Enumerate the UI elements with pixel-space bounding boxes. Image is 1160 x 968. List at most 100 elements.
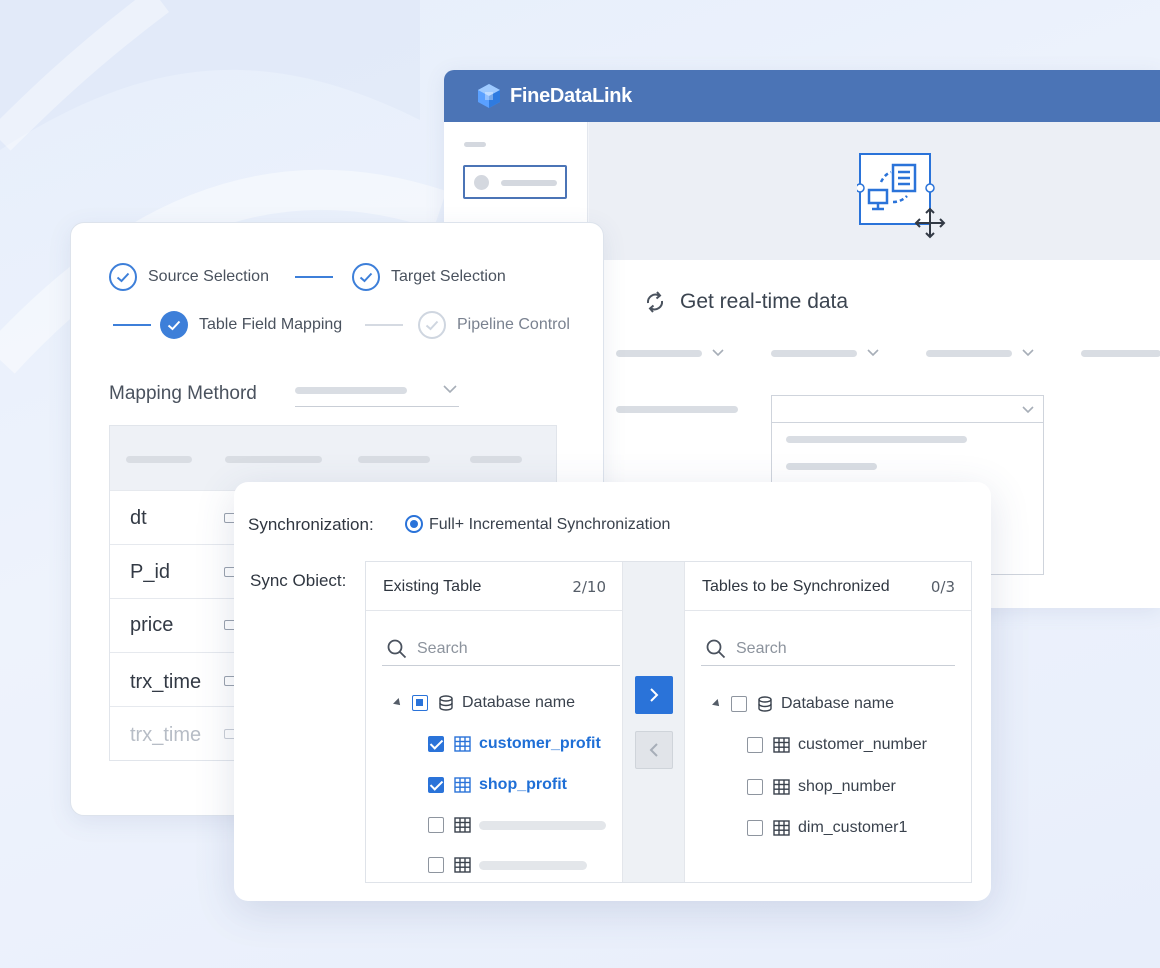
mapping-method-select[interactable]: [295, 379, 459, 407]
chevron-down-icon[interactable]: [712, 349, 724, 357]
step-check-icon: [352, 263, 380, 291]
step-table-field-mapping[interactable]: Table Field Mapping: [160, 311, 342, 339]
field-name: price: [130, 614, 174, 636]
chevron-left-icon: [649, 743, 658, 757]
tree-node-table[interactable]: customer_profit: [428, 733, 601, 755]
table-icon: [454, 817, 471, 833]
step-check-icon: [109, 263, 137, 291]
select-value-placeholder: [295, 387, 407, 394]
caret-expanded-icon[interactable]: [393, 698, 403, 708]
filter-placeholder-1: [616, 350, 702, 357]
sidebar-placeholder-line: [464, 142, 486, 147]
tables-to-sync-pane: Tables to be Synchronized 0/3 Search Dat…: [685, 562, 971, 882]
field-name: trx_time: [130, 724, 202, 746]
app-brand-name: FineDataLink: [510, 84, 632, 107]
dropdown-header[interactable]: [772, 396, 1043, 423]
pane-title: Existing Table: [383, 578, 482, 595]
header-placeholder: [358, 456, 430, 463]
step-pipeline-control[interactable]: Pipeline Control: [418, 311, 570, 339]
tree-node-table[interactable]: customer_number: [747, 734, 927, 756]
move-right-button[interactable]: [635, 676, 673, 714]
step-connector: [295, 276, 333, 278]
table-icon: [454, 736, 471, 752]
pane-count: 2/10: [572, 578, 606, 596]
table-icon: [773, 737, 790, 753]
checkbox-unchecked[interactable]: [731, 696, 747, 712]
existing-search-input[interactable]: Search: [382, 632, 620, 666]
chevron-down-icon[interactable]: [867, 349, 879, 357]
table-name: customer_profit: [479, 735, 601, 752]
tree-node-database[interactable]: Database name: [712, 693, 894, 715]
sync-object-panel: Synchronization: Full+ Incremental Synch…: [234, 482, 991, 901]
table-name-placeholder: [479, 820, 606, 830]
transfer-buttons: [622, 562, 685, 882]
table-name: dim_customer1: [798, 819, 908, 836]
sync-object-label: Sync Obiect:: [250, 571, 347, 590]
step-source-selection[interactable]: Source Selection: [109, 263, 269, 291]
checkbox-partial[interactable]: [412, 695, 428, 711]
checkbox-checked[interactable]: [428, 736, 444, 752]
field-name: P_id: [130, 561, 171, 583]
step-label: Pipeline Control: [457, 316, 570, 333]
tree-node-table[interactable]: [428, 814, 606, 836]
table-name: customer_number: [798, 736, 927, 753]
dropdown-option-placeholder[interactable]: [786, 463, 877, 470]
filter-placeholder-4: [1081, 350, 1160, 357]
step-pending-check-icon: [418, 311, 446, 339]
step-current-check-icon: [160, 311, 188, 339]
realtime-title-text: Get real-time data: [680, 290, 849, 313]
sync-search-input[interactable]: Search: [701, 632, 955, 666]
flow-canvas: [589, 122, 1160, 260]
mapping-method-label: Mapping Methord: [109, 383, 257, 404]
sync-option-label[interactable]: Full+ Incremental Synchronization: [429, 516, 670, 534]
checkbox-unchecked[interactable]: [747, 820, 763, 836]
chevron-down-icon[interactable]: [1022, 349, 1034, 357]
move-left-button[interactable]: [635, 731, 673, 769]
dropdown-option-placeholder[interactable]: [786, 436, 967, 443]
tree-node-table[interactable]: shop_number: [747, 776, 896, 798]
table-transfer: Existing Table 2/10 Search Database name…: [365, 561, 972, 883]
pane-header: Existing Table 2/10: [366, 562, 622, 611]
database-icon: [757, 696, 773, 712]
full-incremental-radio[interactable]: [405, 515, 423, 533]
chevron-right-icon: [650, 688, 659, 702]
pane-title: Tables to be Synchronized: [702, 578, 890, 595]
step-connector: [365, 324, 403, 326]
checkbox-checked[interactable]: [428, 777, 444, 793]
checkbox-unchecked[interactable]: [747, 737, 763, 753]
sidebar-item-dot: [474, 175, 489, 190]
tree-node-table[interactable]: shop_profit: [428, 774, 567, 796]
step-label: Source Selection: [148, 268, 269, 285]
header-placeholder: [126, 456, 192, 463]
tree-node-table[interactable]: [428, 854, 587, 876]
step-target-selection[interactable]: Target Selection: [352, 263, 506, 291]
sidebar-selected-item[interactable]: [463, 165, 567, 199]
table-icon: [773, 820, 790, 836]
chevron-down-icon[interactable]: [1022, 406, 1034, 414]
realtime-data-title: Get real-time data: [644, 290, 848, 314]
tree-node-table[interactable]: dim_customer1: [747, 817, 907, 839]
existing-table-pane: Existing Table 2/10 Search Database name…: [366, 562, 622, 882]
finedatalink-logo-icon: [478, 84, 500, 108]
filter-placeholder-2: [771, 350, 857, 357]
table-header: [110, 426, 556, 490]
data-sync-node-icon[interactable]: [857, 152, 955, 242]
checkbox-unchecked[interactable]: [428, 857, 444, 873]
app-header: FineDataLink: [444, 70, 1160, 122]
header-placeholder: [470, 456, 522, 463]
search-icon: [387, 639, 407, 658]
search-icon: [706, 639, 726, 658]
header-placeholder: [225, 456, 322, 463]
caret-expanded-icon[interactable]: [712, 699, 722, 709]
pane-count: 0/3: [930, 578, 955, 596]
checkbox-unchecked[interactable]: [747, 779, 763, 795]
step-connector: [113, 324, 151, 326]
field-name: dt: [130, 507, 147, 529]
field-name: trx_time: [130, 671, 202, 693]
chevron-down-icon: [443, 385, 457, 394]
pane-header: Tables to be Synchronized 0/3: [685, 562, 971, 611]
tree-node-database[interactable]: Database name: [393, 692, 575, 714]
checkbox-unchecked[interactable]: [428, 817, 444, 833]
database-icon: [438, 695, 454, 711]
table-icon: [454, 857, 471, 873]
